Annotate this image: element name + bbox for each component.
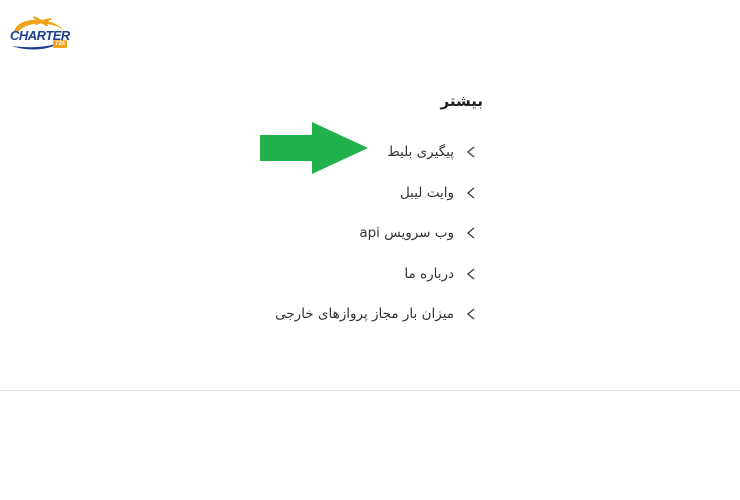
- menu-item-web-service-api[interactable]: وب سرویس api: [78, 213, 478, 254]
- chevron-left-icon: [464, 267, 478, 281]
- menu-item-label: میزان بار مجاز پروازهای خارجی: [275, 306, 454, 323]
- more-menu-title: بیشتر: [440, 92, 483, 110]
- menu-item-label: درباره ما: [404, 265, 454, 282]
- menu-item-white-label[interactable]: وایت لیبل: [78, 173, 478, 214]
- menu-item-baggage-allowance[interactable]: میزان بار مجاز پروازهای خارجی: [78, 294, 478, 335]
- green-arrow-icon: [258, 121, 370, 175]
- section-divider: [0, 390, 740, 391]
- page: CHARTER 724 بیشتر پیگیری بلیط وایت لیبل …: [0, 0, 740, 500]
- menu-item-about-us[interactable]: درباره ما: [78, 254, 478, 295]
- chevron-left-icon: [464, 186, 478, 200]
- menu-item-label: پیگیری بلیط: [387, 144, 454, 161]
- menu-item-label: وب سرویس api: [359, 225, 454, 242]
- logo-subtext: 724: [53, 40, 68, 48]
- charter-logo[interactable]: CHARTER 724: [8, 10, 70, 52]
- chevron-left-icon: [464, 226, 478, 240]
- menu-item-label: وایت لیبل: [399, 184, 454, 201]
- chevron-left-icon: [464, 307, 478, 321]
- chevron-left-icon: [464, 145, 478, 159]
